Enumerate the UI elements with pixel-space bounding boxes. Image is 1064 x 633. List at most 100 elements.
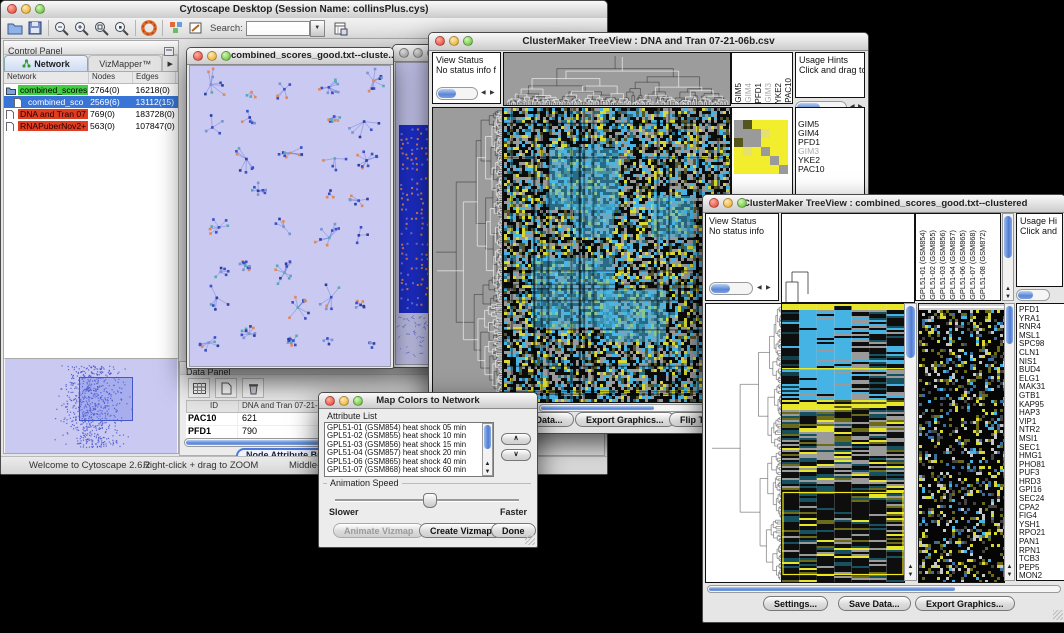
tv2-column-label[interactable]: GPL51-03 (GSM856) [938, 230, 947, 300]
tv1-column-label[interactable]: PAC10 [784, 78, 793, 103]
scroll-down-icon[interactable]: ▼ [1003, 294, 1013, 300]
treeview1-titlebar[interactable]: ClusterMaker TreeView : DNA and Tran 07-… [429, 33, 868, 51]
close-button[interactable] [435, 36, 445, 46]
matrix-cell[interactable] [770, 156, 779, 165]
close-button[interactable] [7, 4, 17, 14]
matrix-cell[interactable] [752, 120, 761, 129]
tv2-heatmap-canvas[interactable] [781, 303, 905, 583]
tv2-gene-list-scrollbar[interactable]: ▲ ▼ [1004, 303, 1015, 581]
search-input[interactable] [246, 21, 310, 36]
close-button[interactable] [709, 198, 719, 208]
matrix-cell[interactable] [779, 120, 788, 129]
tv1-row-dendrogram[interactable] [432, 107, 503, 403]
matrix-cell[interactable] [743, 147, 752, 156]
attribute-listbox[interactable]: GPL51-01 (GSM854) heat shock 05 minGPL51… [324, 422, 494, 477]
scroll-down-icon[interactable]: ▼ [483, 469, 492, 475]
animate-vizmap-button[interactable]: Animate Vizmap [333, 523, 424, 538]
matrix-cell[interactable] [743, 138, 752, 147]
attribute-list-scrollbar[interactable]: ▲ ▼ [482, 423, 493, 476]
tv1-column-label[interactable]: GIM5 [734, 83, 743, 103]
scroll-right-icon[interactable]: ▶ [766, 282, 771, 295]
tab-network[interactable]: Network [4, 55, 88, 71]
tv2-column-label[interactable]: GPL51-02 (GSM855) [928, 230, 937, 300]
help-lifering-icon[interactable] [139, 19, 159, 37]
zoom-fit-icon[interactable] [92, 19, 112, 37]
tv1-heatmap-canvas[interactable] [503, 107, 731, 403]
matrix-cell[interactable] [752, 165, 761, 174]
tv2-column-label[interactable]: GPL51-08 (GSM872) [978, 230, 987, 300]
scroll-right-icon[interactable]: ▶ [490, 87, 495, 100]
tv2-selection-heatmap-canvas[interactable] [918, 303, 1005, 583]
matrix-cell[interactable] [752, 156, 761, 165]
matrix-cell[interactable] [761, 156, 770, 165]
save-icon[interactable] [25, 19, 45, 37]
matrix-cell[interactable] [761, 138, 770, 147]
minimize-button[interactable] [413, 48, 423, 58]
attribute-table-icon[interactable] [188, 378, 210, 398]
close-button[interactable] [193, 51, 203, 61]
scroll-up-icon[interactable]: ▲ [483, 461, 492, 467]
vizmap-icon[interactable] [166, 19, 186, 37]
zoom-out-icon[interactable] [52, 19, 72, 37]
column-header[interactable]: ID [187, 401, 239, 412]
zoom-button[interactable] [737, 198, 747, 208]
tv1-status-scrollbar[interactable] [436, 87, 478, 100]
scroll-down-icon[interactable]: ▼ [1005, 572, 1014, 578]
tv2-heatmap-scrollbar[interactable]: ▲ ▼ [904, 303, 917, 581]
scroll-up-icon[interactable]: ▲ [905, 564, 916, 570]
tv1-column-label[interactable]: YKE2 [774, 83, 783, 103]
treeview2-titlebar[interactable]: ClusterMaker TreeView : combined_scores_… [703, 195, 1064, 213]
matrix-cell[interactable] [734, 156, 743, 165]
tv1-selection-matrix[interactable] [734, 120, 788, 174]
minimize-button[interactable] [723, 198, 733, 208]
scroll-left-icon[interactable]: ◀ [757, 282, 762, 295]
matrix-cell[interactable] [752, 129, 761, 138]
tv2-column-labels-scrollbar[interactable]: ▲ ▼ [1002, 213, 1014, 301]
matrix-cell[interactable] [734, 129, 743, 138]
matrix-cell[interactable] [770, 165, 779, 174]
move-attribute-up-button[interactable]: ∧ [501, 433, 531, 445]
animation-speed-slider[interactable] [335, 499, 519, 502]
scroll-left-icon[interactable]: ◀ [481, 87, 486, 100]
close-button[interactable] [399, 48, 409, 58]
save-data-button[interactable]: Save Data... [838, 596, 911, 611]
tv1-hscrollbar[interactable] [539, 404, 729, 412]
gene-label[interactable]: MON2 [1017, 572, 1064, 581]
tv2-column-label[interactable]: GPL51-06 (GSM865) [958, 230, 967, 300]
column-header[interactable]: Edges [133, 72, 176, 83]
delete-attribute-icon[interactable] [242, 378, 264, 398]
matrix-cell[interactable] [761, 129, 770, 138]
matrix-cell[interactable] [734, 147, 743, 156]
annotation-icon[interactable] [186, 19, 206, 37]
matrix-cell[interactable] [743, 156, 752, 165]
scroll-up-icon[interactable]: ▲ [1005, 564, 1014, 570]
matrix-cell[interactable] [779, 138, 788, 147]
attribute-list-item[interactable]: GPL51-07 (GSM868) heat shock 60 min [327, 466, 481, 474]
matrix-cell[interactable] [770, 147, 779, 156]
network-canvas[interactable] [189, 65, 391, 367]
scroll-down-icon[interactable]: ▼ [905, 572, 916, 578]
search-dropdown-button[interactable]: ▼ [310, 20, 325, 37]
tv2-column-label[interactable]: GPL51-04 (GSM857) [948, 230, 957, 300]
matrix-cell[interactable] [752, 138, 761, 147]
matrix-cell[interactable] [770, 129, 779, 138]
matrix-cell[interactable] [734, 138, 743, 147]
tv1-column-label[interactable]: GIM4 [744, 83, 753, 103]
minimize-button[interactable] [21, 4, 31, 14]
matrix-cell[interactable] [761, 165, 770, 174]
settings-button[interactable]: Settings... [763, 596, 828, 611]
matrix-cell[interactable] [743, 165, 752, 174]
matrix-cell[interactable] [779, 156, 788, 165]
tv2-column-label[interactable]: GPL51-07 (GSM868) [968, 230, 977, 300]
network-overview-canvas[interactable] [5, 358, 177, 453]
matrix-cell[interactable] [734, 120, 743, 129]
main-titlebar[interactable]: Cytoscape Desktop (Session Name: collins… [1, 1, 607, 19]
minimize-button[interactable] [207, 51, 217, 61]
dialog-titlebar[interactable]: Map Colors to Network [319, 393, 537, 409]
network-table-row[interactable]: DNA and Tran 07769(0)183728(0) [4, 108, 178, 120]
zoom-button[interactable] [35, 4, 45, 14]
minimize-button[interactable] [339, 396, 349, 406]
tv2-row-dendrogram[interactable] [705, 303, 783, 583]
tv1-row-label[interactable]: PAC10 [796, 165, 864, 174]
import-table-icon[interactable] [331, 19, 351, 37]
